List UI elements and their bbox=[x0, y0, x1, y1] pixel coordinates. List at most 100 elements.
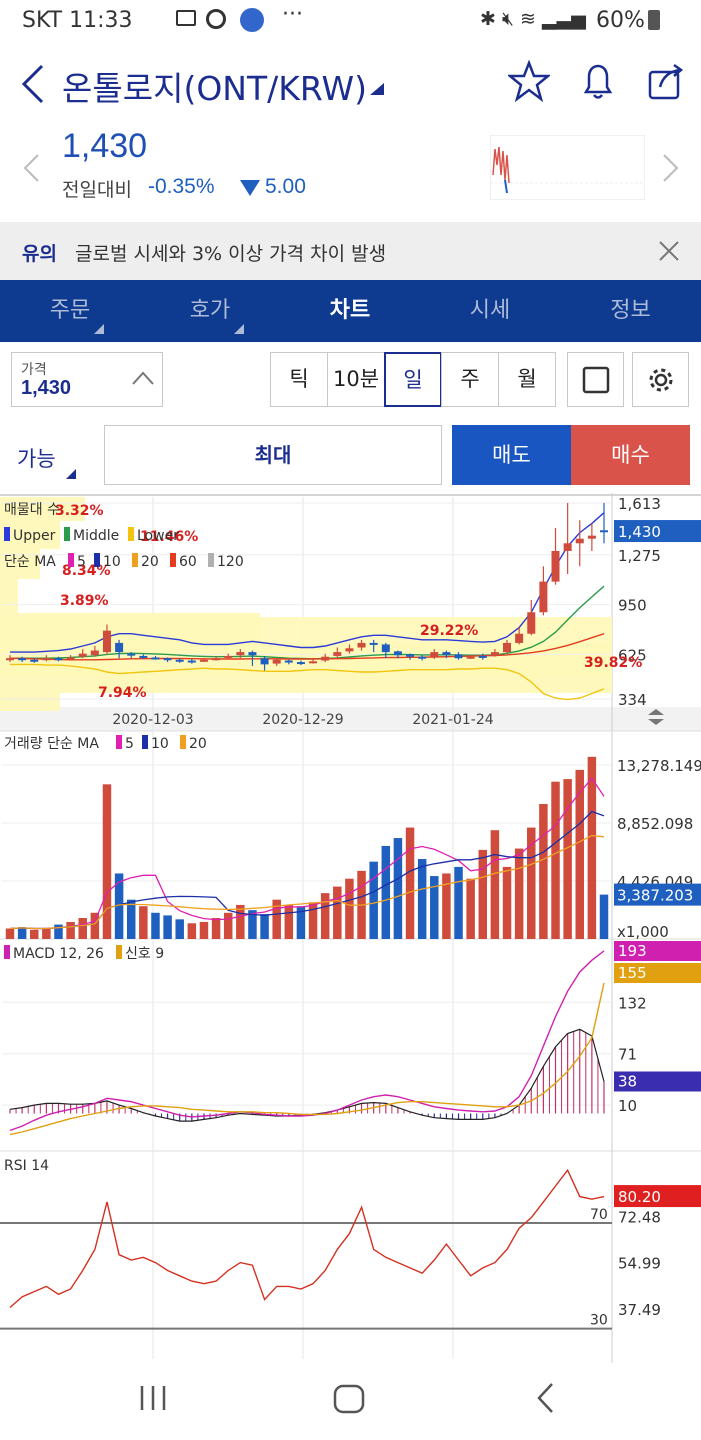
volume-bar bbox=[551, 781, 560, 939]
back-icon[interactable] bbox=[20, 64, 46, 104]
next-coin-icon[interactable] bbox=[662, 153, 680, 183]
gallery-icon bbox=[176, 10, 196, 26]
current-price: 1,430 bbox=[62, 127, 148, 165]
ma-legend-swatch bbox=[68, 553, 74, 567]
interval-day[interactable]: 일 bbox=[384, 352, 442, 407]
current-volume-label: 3,387.203 bbox=[617, 887, 693, 905]
recent-apps-icon[interactable] bbox=[138, 1384, 168, 1412]
tab-market-label: 시세 bbox=[469, 298, 511, 323]
app-header: 온톨로지(ONT/KRW) bbox=[0, 46, 701, 126]
volume-bar bbox=[490, 830, 500, 939]
interval-month[interactable]: 월 bbox=[498, 352, 556, 407]
mini-chart bbox=[490, 135, 645, 200]
candle-body bbox=[224, 655, 233, 658]
volume-legend-label: 거래량 단순 MA bbox=[4, 736, 99, 752]
interval-week[interactable]: 주 bbox=[441, 352, 499, 407]
macd-tick-label: 132 bbox=[618, 994, 647, 1012]
chevron-up-icon bbox=[132, 371, 154, 385]
candle-body bbox=[563, 543, 572, 551]
notice-label: 유의 bbox=[22, 243, 57, 265]
volume-bar bbox=[381, 845, 391, 939]
ma-legend-swatch bbox=[208, 553, 214, 567]
candle-body bbox=[442, 652, 451, 656]
profile-percent-label: 3.89% bbox=[60, 593, 109, 609]
date-axis-band bbox=[0, 707, 701, 731]
volume-bar bbox=[66, 921, 75, 939]
down-arrow-icon bbox=[240, 180, 260, 196]
volume-bar bbox=[514, 848, 524, 939]
volume-bar bbox=[405, 827, 415, 939]
rsi-tick-label: 54.99 bbox=[618, 1255, 661, 1273]
tab-order-dropdown-icon bbox=[94, 324, 104, 334]
tab-info[interactable]: 정보 bbox=[560, 280, 701, 342]
price-selector[interactable]: 가격 1,430 bbox=[11, 352, 163, 407]
sell-button[interactable]: 매도 bbox=[452, 425, 571, 485]
macd-legend-label: MACD 12, 26 bbox=[13, 946, 104, 962]
volume-bar bbox=[78, 918, 87, 939]
volume-bar bbox=[30, 929, 39, 939]
battery-icon bbox=[648, 10, 660, 30]
available-dropdown-icon[interactable] bbox=[66, 469, 76, 479]
candle-body bbox=[236, 652, 245, 656]
tab-orderbook[interactable]: 호가 bbox=[140, 280, 280, 342]
tab-market[interactable]: 시세 bbox=[420, 280, 560, 342]
price-tick-label: 950 bbox=[618, 597, 647, 615]
candle-body bbox=[6, 658, 14, 661]
change-percent: -0.35% bbox=[148, 175, 215, 198]
interval-tick[interactable]: 틱 bbox=[270, 352, 328, 407]
volume-bar bbox=[187, 923, 197, 939]
tab-orderbook-label: 호가 bbox=[189, 298, 231, 323]
fullscreen-button[interactable] bbox=[567, 352, 624, 407]
volume-bar bbox=[284, 904, 294, 939]
page-title[interactable]: 온톨로지(ONT/KRW) bbox=[62, 62, 367, 110]
interval-10min[interactable]: 10분 bbox=[327, 352, 385, 407]
candle-body bbox=[357, 642, 366, 648]
share-icon[interactable] bbox=[646, 60, 686, 102]
main-tabs: 주문 호가 차트 시세 정보 bbox=[0, 280, 701, 342]
buy-button[interactable]: 매수 bbox=[571, 425, 690, 485]
candle-body bbox=[381, 644, 390, 653]
volume-bar bbox=[260, 914, 269, 939]
title-dropdown-icon[interactable] bbox=[370, 83, 384, 95]
price-selector-label: 가격 bbox=[21, 362, 47, 378]
candle-body bbox=[151, 657, 160, 660]
available-label[interactable]: 가능 bbox=[17, 443, 56, 473]
bollinger-legend-label: Lower bbox=[137, 528, 179, 544]
favorite-star-icon[interactable] bbox=[508, 60, 550, 102]
tab-info-label: 정보 bbox=[610, 298, 651, 323]
tab-order[interactable]: 주문 bbox=[0, 280, 140, 342]
volume-bar bbox=[199, 921, 209, 939]
bollinger-legend-swatch bbox=[128, 527, 134, 541]
prev-coin-icon[interactable] bbox=[22, 153, 40, 183]
close-icon[interactable] bbox=[658, 240, 680, 262]
candle-body bbox=[539, 581, 548, 613]
volume-legend-swatch bbox=[142, 735, 148, 749]
volume-bar bbox=[42, 928, 51, 939]
candle-body bbox=[18, 658, 27, 661]
bollinger-legend-swatch bbox=[4, 527, 10, 541]
chart-settings-button[interactable] bbox=[632, 352, 689, 407]
app-notification-icon bbox=[240, 8, 264, 32]
volume-bar bbox=[478, 849, 488, 939]
chart-panel[interactable]: 1,6131,2759506253341,4303.32%11.46%3.89%… bbox=[0, 493, 701, 1363]
alarm-bell-icon[interactable] bbox=[578, 60, 618, 102]
change-amount: 5.00 bbox=[265, 175, 306, 198]
ma-legend-period: 120 bbox=[217, 554, 244, 570]
more-notifications-icon: ··· bbox=[282, 2, 303, 27]
volume-bar bbox=[466, 878, 475, 939]
system-back-icon[interactable] bbox=[535, 1382, 555, 1414]
volume-legend-swatch bbox=[180, 735, 186, 749]
volume-bar bbox=[454, 866, 463, 939]
tab-chart[interactable]: 차트 bbox=[280, 280, 420, 342]
volume-bar bbox=[223, 912, 233, 939]
price-selector-value: 1,430 bbox=[21, 377, 72, 399]
volume-unit-label: x1,000 bbox=[617, 923, 669, 941]
ma-legend-period: 5 bbox=[77, 554, 86, 570]
histogram-current-label: 38 bbox=[618, 1072, 637, 1090]
date-tick-label: 2020-12-03 bbox=[112, 712, 193, 728]
notice-text: 글로벌 시세와 3% 이상 가격 차이 발생 bbox=[75, 243, 387, 265]
max-button[interactable]: 최대 bbox=[104, 425, 442, 485]
candle-body bbox=[418, 656, 427, 659]
home-icon[interactable] bbox=[333, 1384, 365, 1414]
rsi-30-label: 30 bbox=[590, 1313, 608, 1329]
